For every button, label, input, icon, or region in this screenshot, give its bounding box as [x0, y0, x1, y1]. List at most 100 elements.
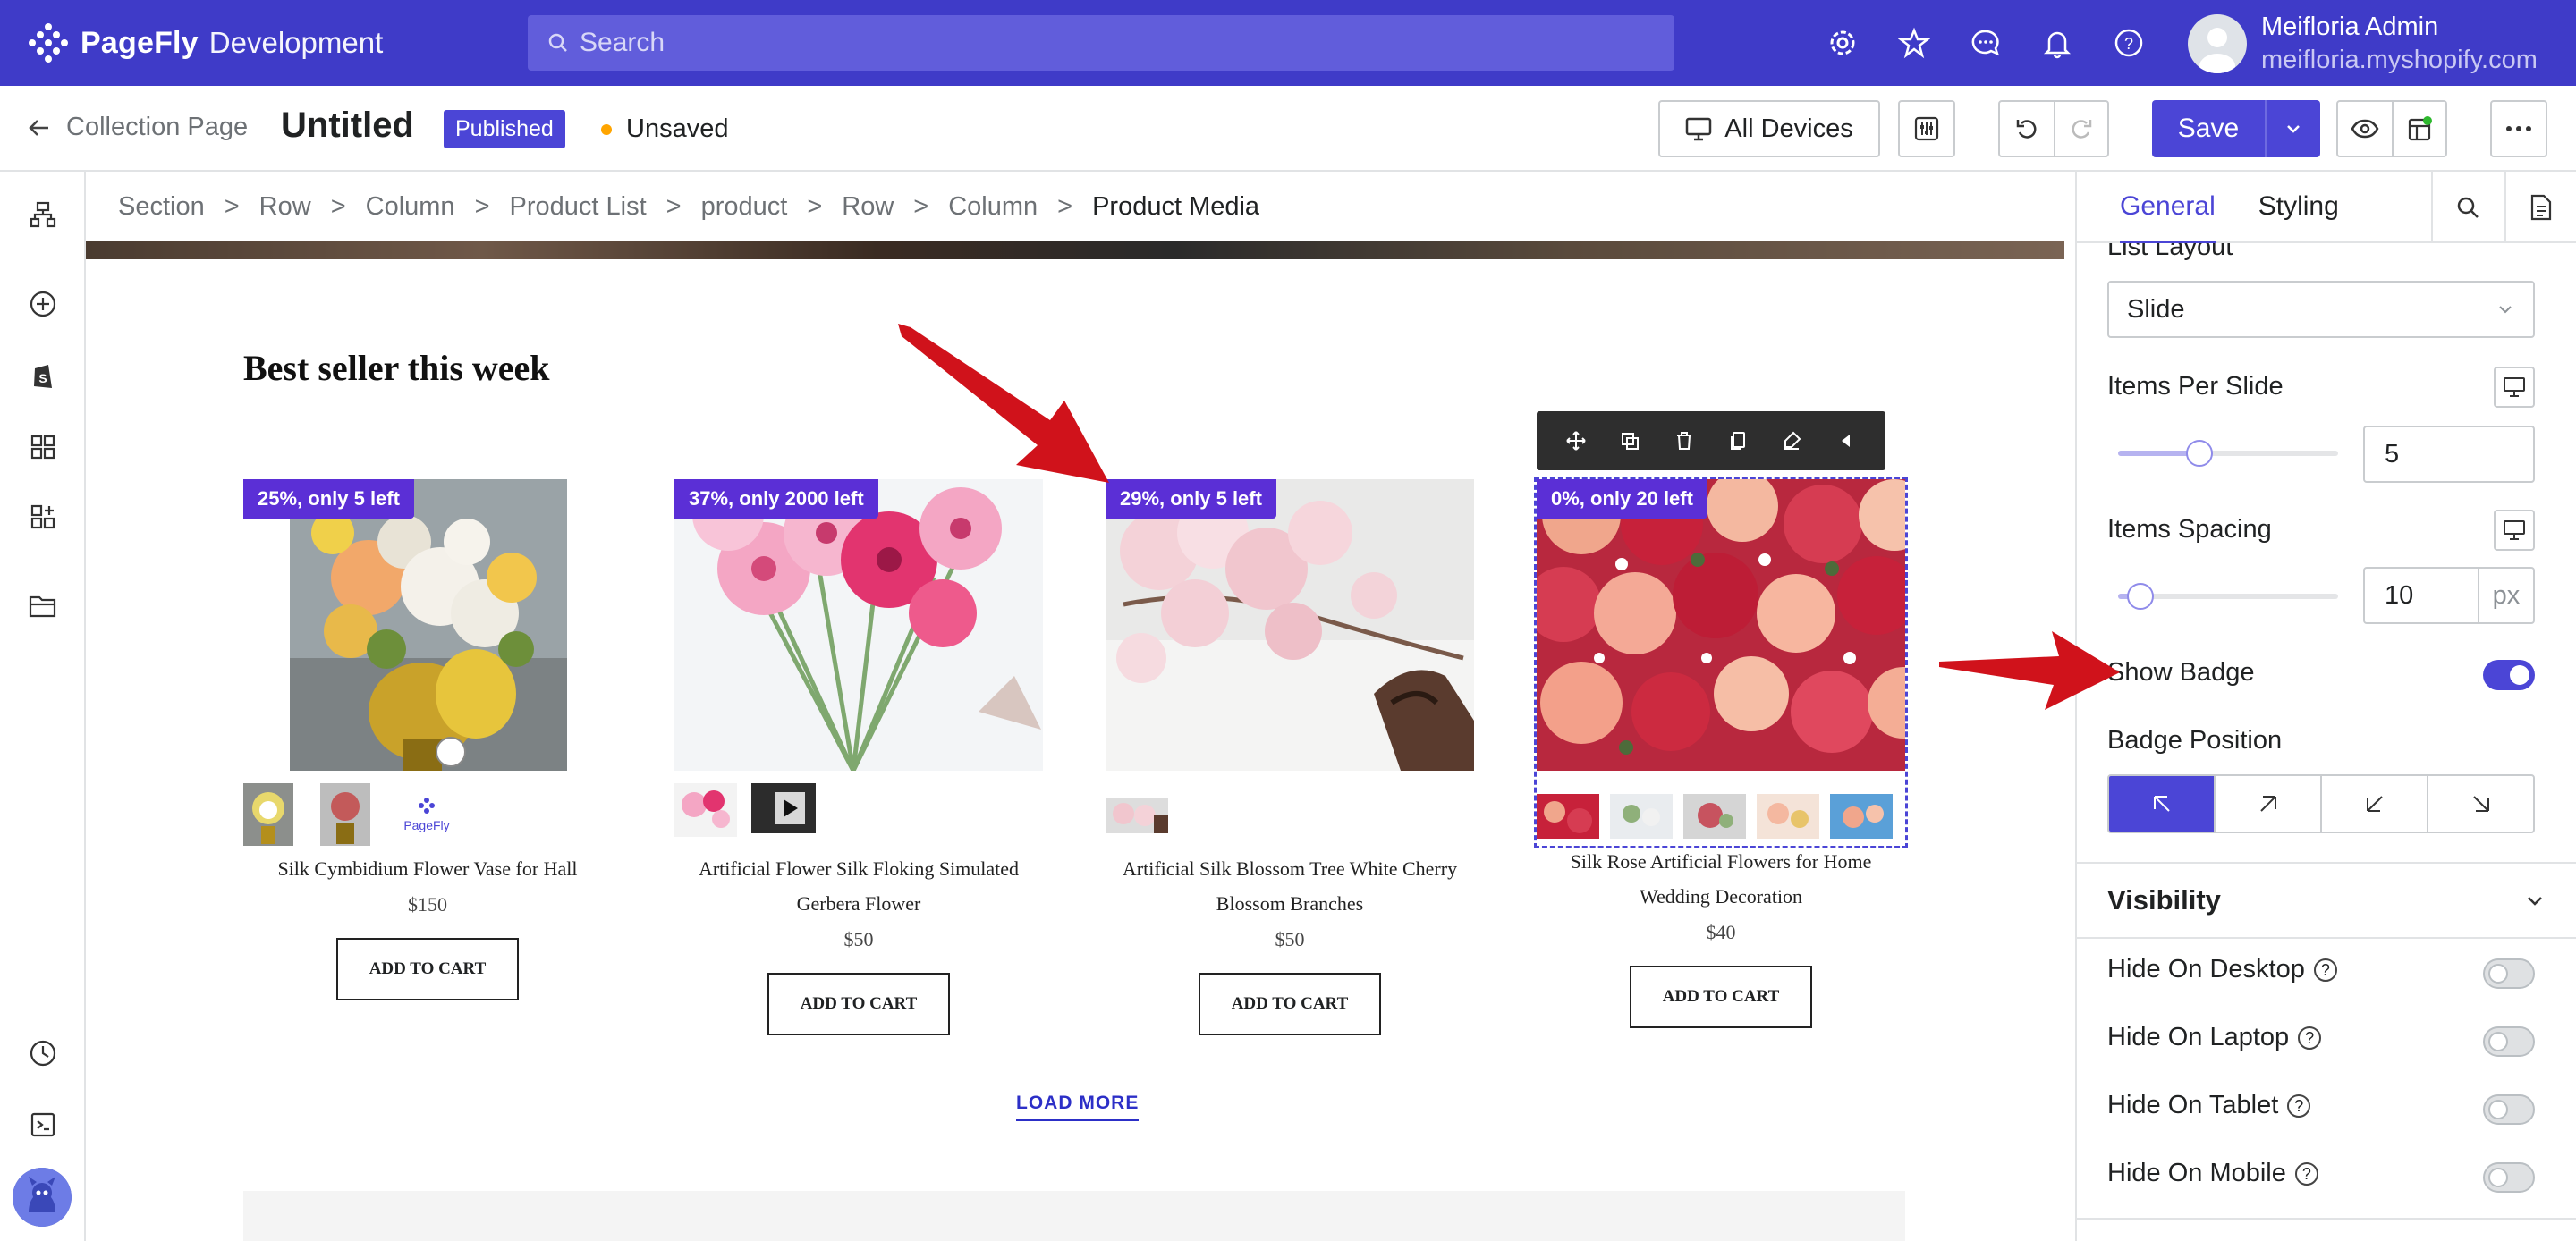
show-badge-toggle[interactable] — [2483, 660, 2535, 690]
preview-button[interactable] — [2338, 102, 2394, 156]
publish-status-button[interactable] — [2394, 115, 2445, 142]
hide-on-mobile-toggle[interactable] — [2483, 1162, 2535, 1193]
sections-icon[interactable] — [25, 429, 61, 465]
redo-button[interactable] — [2055, 116, 2107, 141]
product-image[interactable]: 37%, only 2000 left — [674, 479, 1043, 771]
items-per-slide-slider[interactable] — [2118, 440, 2338, 467]
undo-button[interactable] — [2000, 102, 2055, 156]
history-icon[interactable] — [25, 1035, 61, 1071]
brand[interactable]: PageFly Development — [27, 21, 492, 64]
copy-icon[interactable] — [1727, 430, 1749, 452]
shopify-icon[interactable]: S — [25, 358, 61, 393]
breadcrumb-item[interactable]: Product Media — [1092, 192, 1259, 222]
items-spacing-input[interactable]: 10 px — [2363, 567, 2535, 624]
badge-position-bottom-right[interactable] — [2428, 776, 2533, 832]
video-thumbnail[interactable] — [751, 783, 816, 833]
bell-icon[interactable] — [2036, 21, 2079, 64]
thumbnail[interactable]: PageFly — [397, 783, 456, 846]
hide-on-laptop-toggle[interactable] — [2483, 1026, 2535, 1057]
page-settings-button[interactable] — [1898, 100, 1955, 157]
save-button[interactable]: Save — [2152, 100, 2267, 157]
help-icon[interactable]: ? — [2107, 21, 2150, 64]
breadcrumb-item[interactable]: Row — [842, 192, 894, 222]
product-image[interactable]: 0%, only 20 left — [1537, 479, 1905, 771]
apps-icon[interactable] — [25, 499, 61, 535]
caret-left-icon[interactable] — [1835, 430, 1857, 452]
thumbnail[interactable] — [1830, 794, 1893, 839]
add-to-cart-button[interactable]: ADD TO CART — [1199, 973, 1381, 1035]
chat-icon[interactable] — [1964, 21, 2007, 64]
breadcrumb-item[interactable]: Section — [118, 192, 205, 222]
badge-position-bottom-left[interactable] — [2322, 776, 2428, 832]
panel-doc-button[interactable] — [2504, 172, 2576, 243]
add-to-cart-button[interactable]: ADD TO CART — [1630, 966, 1812, 1028]
pagefly-logo-icon — [29, 23, 68, 63]
page-title[interactable]: Untitled — [281, 106, 414, 146]
back-link[interactable]: Collection Page — [27, 113, 248, 142]
breadcrumb-item[interactable]: product — [701, 192, 788, 222]
device-toggle-button[interactable] — [2494, 367, 2535, 408]
items-per-slide-input[interactable]: 5 — [2363, 426, 2535, 483]
style-brush-icon[interactable] — [1781, 430, 1802, 452]
thumbnail[interactable] — [674, 783, 737, 837]
more-options-button[interactable] — [2490, 100, 2547, 157]
device-selector-button[interactable]: All Devices — [1658, 100, 1880, 157]
thumbnail[interactable] — [243, 783, 293, 846]
slider-handle[interactable] — [2127, 583, 2154, 610]
slider-handle[interactable] — [2186, 440, 2213, 467]
product-title[interactable]: Artificial Flower Silk Floking Simulated… — [674, 851, 1043, 921]
help-icon[interactable]: ? — [2298, 1026, 2322, 1051]
add-element-icon[interactable] — [25, 286, 61, 322]
thumbnail[interactable] — [320, 783, 370, 846]
help-icon[interactable]: ? — [2287, 1094, 2311, 1119]
user-menu[interactable]: Meifloria Admin meifloria.myshopify.com — [2188, 13, 2538, 75]
section-title[interactable]: Best seller this week — [243, 347, 550, 389]
breadcrumb-separator-icon: > — [330, 191, 346, 221]
folder-icon[interactable] — [25, 588, 61, 624]
hide-on-tablet-toggle[interactable] — [2483, 1094, 2535, 1125]
add-to-cart-button[interactable]: ADD TO CART — [767, 973, 950, 1035]
thumbnail[interactable] — [1757, 794, 1819, 839]
product-media-selected[interactable]: 0%, only 20 left Silk Rose Artificial Fl… — [1534, 477, 1908, 1028]
move-icon[interactable] — [1565, 430, 1587, 452]
add-to-cart-button[interactable]: ADD TO CART — [336, 938, 519, 1000]
tab-general[interactable]: General — [2120, 191, 2216, 243]
mascot-avatar[interactable] — [13, 1168, 72, 1227]
breadcrumb-item[interactable]: Column — [948, 192, 1038, 222]
badge-position-top-left[interactable] — [2109, 776, 2216, 832]
hide-on-desktop-toggle[interactable] — [2483, 958, 2535, 989]
save-options-button[interactable] — [2267, 100, 2320, 157]
badge-position-top-right[interactable] — [2216, 776, 2322, 832]
visibility-section-header[interactable]: Visibility — [2077, 862, 2576, 939]
breadcrumb-item[interactable]: Column — [366, 192, 455, 222]
duplicate-icon[interactable] — [1619, 430, 1640, 452]
help-icon[interactable]: ? — [2313, 958, 2337, 983]
trash-icon[interactable] — [1674, 430, 1695, 452]
breadcrumb-item[interactable]: Product List — [510, 192, 647, 222]
thumbnail[interactable] — [1610, 794, 1673, 839]
tab-styling[interactable]: Styling — [2258, 191, 2339, 222]
product-title[interactable]: Artificial Silk Blossom Tree White Cherr… — [1106, 851, 1474, 921]
items-spacing-slider[interactable] — [2118, 583, 2338, 610]
thumbnail[interactable] — [1683, 794, 1746, 839]
product-image[interactable]: 25%, only 5 left — [243, 479, 612, 771]
help-icon[interactable]: ? — [2294, 1162, 2318, 1186]
product-title[interactable]: Silk Rose Artificial Flowers for Home We… — [1537, 844, 1905, 914]
product-card[interactable]: 25%, only 5 left PageFly Silk Cymbidium … — [243, 479, 612, 1000]
star-icon[interactable] — [1893, 21, 1936, 64]
breadcrumb-item[interactable]: Row — [259, 192, 311, 222]
search-input[interactable]: Search — [528, 15, 1674, 71]
terminal-icon[interactable] — [25, 1107, 61, 1143]
product-title[interactable]: Silk Cymbidium Flower Vase for Hall — [243, 851, 612, 886]
panel-search-button[interactable] — [2431, 172, 2503, 243]
thumbnail[interactable] — [1537, 794, 1599, 839]
device-toggle-button[interactable] — [2494, 510, 2535, 551]
product-image[interactable]: 29%, only 5 left — [1106, 479, 1474, 771]
layers-icon[interactable] — [25, 197, 61, 232]
product-card[interactable]: 37%, only 2000 left Artificial Flower Si… — [674, 479, 1043, 1035]
thumbnail[interactable] — [1106, 798, 1168, 833]
load-more-link[interactable]: LOAD MORE — [1016, 1093, 1140, 1121]
product-card[interactable]: 29%, only 5 left Artificial Silk Blossom… — [1106, 479, 1474, 1035]
list-layout-select[interactable]: Slide — [2107, 281, 2535, 338]
settings-icon[interactable] — [1821, 21, 1864, 64]
